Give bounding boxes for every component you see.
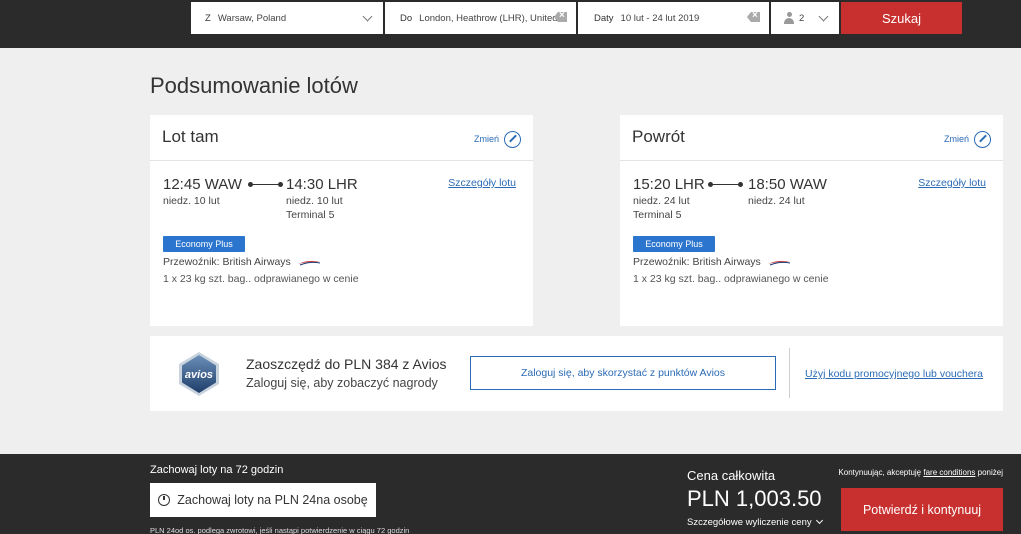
arrive-terminal: Terminal 5 [286, 209, 335, 221]
depart-date: niedz. 10 lut [163, 195, 220, 207]
search-bar: Z Warsaw, Poland Do London, Heathrow (LH… [0, 0, 1021, 48]
baggage-text: 1 x 23 kg szt. bag.. odprawianego w ceni… [633, 273, 829, 285]
avios-panel: avios Zaoszczędź do PLN 384 z Avios Zalo… [150, 336, 1003, 411]
total-label: Cena całkowita [687, 468, 776, 483]
chevron-down-icon[interactable] [362, 11, 373, 22]
arrive-date: niedz. 24 lut [748, 195, 805, 207]
to-value: London, Heathrow (LHR), United [419, 12, 558, 24]
avios-subtitle: Zaloguj się, aby zobaczyć nagrody [246, 376, 438, 390]
route-dot [738, 182, 743, 187]
chevron-down-icon [816, 516, 824, 525]
terms-prefix: Kontynuując, akceptuję [838, 468, 922, 477]
cabin-badge: Economy Plus [163, 236, 245, 252]
route-dot [278, 182, 283, 187]
from-value: Warsaw, Poland [217, 12, 287, 24]
card-header: Lot tam Zmień [150, 115, 533, 161]
card-title: Powrót [632, 127, 685, 146]
british-airways-logo-icon [768, 260, 790, 266]
search-button[interactable]: Szukaj [841, 2, 962, 34]
arrive-time: 14:30 LHR [286, 176, 358, 193]
carrier-text: Przewoźnik: British Airways [633, 256, 761, 268]
terms-suffix: poniżej [977, 468, 1003, 477]
avios-logo-icon: avios [179, 352, 219, 396]
depart-terminal: Terminal 5 [633, 209, 682, 221]
to-label: Do [400, 12, 413, 24]
date-field[interactable]: Daty 10 lut - 24 lut 2019 [578, 2, 769, 34]
change-link[interactable]: Zmień [944, 134, 969, 144]
promo-code-link[interactable]: Użyj kodu promocyjnego lub vouchera [805, 368, 983, 380]
carrier-text: Przewoźnik: British Airways [163, 256, 291, 268]
to-field[interactable]: Do London, Heathrow (LHR), United [385, 2, 576, 34]
clear-icon[interactable] [747, 12, 760, 22]
avios-title: Zaoszczędź do PLN 384 z Avios [246, 356, 447, 372]
depart-date: niedz. 24 lut [633, 195, 690, 207]
divider [789, 348, 790, 398]
edit-icon[interactable] [504, 131, 521, 148]
date-label: Daty [594, 12, 614, 24]
return-card: Powrót Zmień 15:20 LHR 18:50 WAW niedz. … [620, 115, 1003, 326]
depart-time: 15:20 LHR [633, 176, 705, 193]
baggage-text: 1 x 23 kg szt. bag.. odprawianego w ceni… [163, 273, 359, 285]
from-label: Z [205, 12, 211, 24]
avios-logo-text: avios [185, 369, 213, 381]
avios-login-button[interactable]: Zaloguj się, aby skorzystać z punktów Av… [470, 356, 776, 390]
hold-button-label: Zachowaj loty na PLN 24na osobę [177, 493, 368, 507]
terms-text: Kontynuując, akceptuję fare conditions p… [838, 468, 1003, 477]
passengers-value: 2 [799, 12, 805, 24]
hold-note: PLN 24od os. podlega zwrotowi, jeśli nas… [150, 526, 410, 534]
change-link[interactable]: Zmień [474, 134, 499, 144]
hold-flights-button[interactable]: Zachowaj loty na PLN 24na osobę [150, 483, 376, 517]
hold-title: Zachowaj loty na 72 godzin [150, 464, 284, 476]
flight-details-link[interactable]: Szczegóły lotu [918, 177, 986, 189]
price-breakdown-label: Szczegółowe wyliczenie ceny [687, 517, 812, 528]
flight-details-link[interactable]: Szczegóły lotu [448, 177, 516, 189]
timer-icon [158, 494, 171, 506]
cabin-badge: Economy Plus [633, 236, 715, 252]
card-title: Lot tam [162, 127, 219, 146]
total-price: PLN 1,003.50 [687, 486, 822, 511]
passengers-field[interactable]: 2 [771, 2, 839, 34]
checkout-footer: Zachowaj loty na 72 godzin Zachowaj loty… [0, 454, 1021, 534]
depart-time: 12:45 WAW [163, 176, 242, 193]
arrive-time: 18:50 WAW [748, 176, 827, 193]
arrive-date: niedz. 10 lut [286, 195, 343, 207]
edit-icon[interactable] [974, 131, 991, 148]
price-breakdown-link[interactable]: Szczegółowe wyliczenie ceny [687, 516, 824, 528]
confirm-continue-button[interactable]: Potwierdź i kontynuuj [841, 488, 1003, 531]
card-header: Powrót Zmień [620, 115, 1003, 161]
fare-conditions-link[interactable]: fare conditions [923, 468, 975, 477]
outbound-card: Lot tam Zmień 12:45 WAW 14:30 LHR niedz.… [150, 115, 533, 326]
date-value: 10 lut - 24 lut 2019 [620, 12, 700, 24]
chevron-down-icon[interactable] [818, 11, 829, 22]
route-line [710, 184, 740, 185]
from-field[interactable]: Z Warsaw, Poland [191, 2, 383, 34]
person-icon [784, 12, 794, 24]
british-airways-logo-icon [298, 260, 320, 266]
route-line [250, 184, 280, 185]
page-title: Podsumowanie lotów [150, 73, 358, 98]
